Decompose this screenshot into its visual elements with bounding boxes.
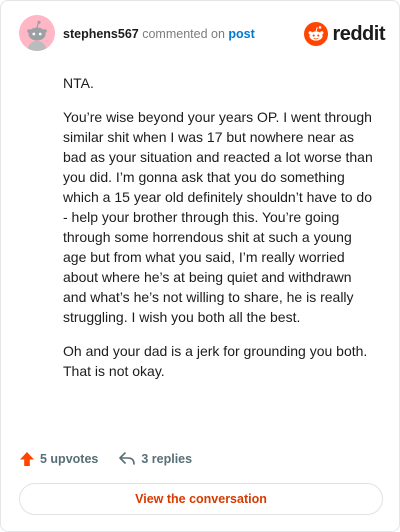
comment-body: NTA. You’re wise beyond your years OP. I… (63, 73, 377, 395)
user-avatar[interactable] (19, 15, 55, 51)
comment-actions: 5 upvotes 3 replies (19, 449, 212, 469)
comment-paragraph: Oh and your dad is a jerk for grounding … (63, 343, 368, 379)
reddit-brand[interactable]: reddit (304, 21, 385, 47)
reply-arrow-icon (119, 452, 136, 465)
post-link[interactable]: post (228, 27, 254, 41)
comment-paragraph: You’re wise beyond your years OP. I went… (63, 109, 373, 325)
snoo-avatar-icon (19, 15, 55, 51)
comment-card: stephens567 commented on post reddit NTA… (0, 0, 400, 532)
reddit-wordmark: reddit (332, 23, 385, 45)
comment-header: stephens567 commented on post reddit (19, 15, 385, 53)
comment-paragraph: NTA. (63, 75, 94, 91)
action-text: commented on (142, 27, 225, 41)
reddit-logo-icon (304, 22, 329, 46)
replies-button[interactable]: 3 replies (118, 451, 192, 467)
upvote-count: 5 upvotes (40, 452, 99, 466)
view-conversation-button[interactable]: View the conversation (19, 483, 383, 515)
upvote-button[interactable]: 5 upvotes (19, 451, 98, 467)
replies-count: 3 replies (141, 452, 193, 466)
comment-meta: stephens567 commented on post (63, 27, 255, 41)
username-link[interactable]: stephens567 (63, 27, 139, 41)
upvote-arrow-icon (20, 452, 34, 466)
